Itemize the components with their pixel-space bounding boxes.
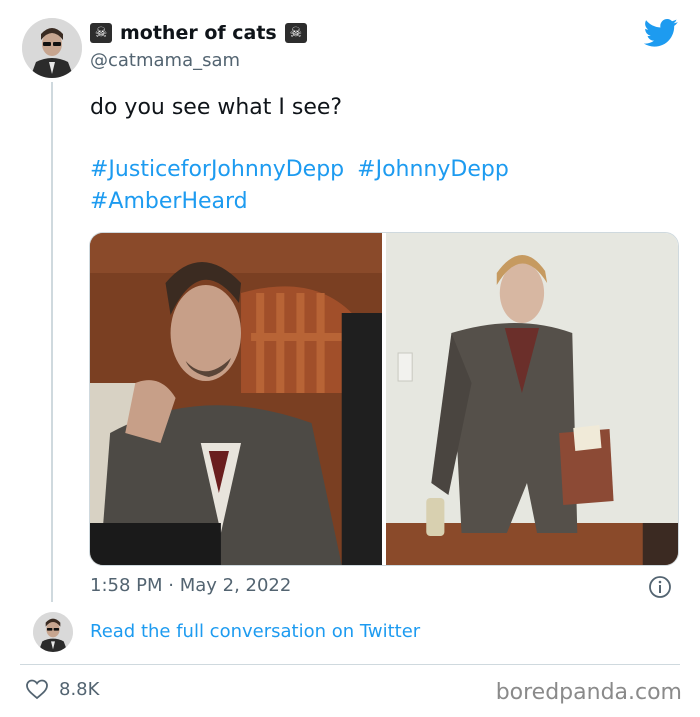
hashtag-link[interactable]: #JohnnyDepp — [357, 157, 509, 182]
skull-icon: ☠ — [284, 23, 307, 43]
like-count: 8.8K — [59, 678, 100, 700]
tweet-card: ☠ mother of cats ☠ @catmama_sam do you s… — [0, 0, 700, 717]
hashtag-link[interactable]: #JusticeforJohnnyDepp — [90, 157, 344, 182]
twitter-bird-icon[interactable] — [644, 18, 678, 48]
like-button[interactable]: 8.8K — [25, 678, 99, 700]
author-avatar[interactable] — [22, 18, 82, 78]
media-photo-right[interactable] — [386, 233, 678, 565]
watermark: boredpanda.com — [495, 680, 682, 705]
heart-icon — [26, 679, 48, 700]
tweet-hashtags: #JusticeforJohnnyDepp #JohnnyDepp #Amber… — [90, 154, 650, 218]
reply-avatar[interactable] — [33, 612, 73, 652]
hashtag-link[interactable]: #AmberHeard — [90, 189, 248, 214]
tweet-timestamp[interactable]: 1:58 PM · May 2, 2022 — [90, 575, 291, 596]
tweet-text: do you see what I see? — [90, 95, 343, 120]
info-icon[interactable] — [648, 575, 672, 599]
tweet-media[interactable] — [89, 232, 679, 566]
media-photo-left[interactable] — [90, 233, 382, 565]
author-display-name[interactable]: mother of cats — [120, 22, 277, 44]
thread-line — [51, 82, 53, 602]
read-conversation-link[interactable]: Read the full conversation on Twitter — [90, 621, 420, 642]
author-name-row[interactable]: ☠ mother of cats ☠ — [90, 22, 307, 44]
divider — [20, 664, 680, 665]
author-handle[interactable]: @catmama_sam — [90, 50, 240, 71]
skull-icon: ☠ — [90, 23, 112, 43]
